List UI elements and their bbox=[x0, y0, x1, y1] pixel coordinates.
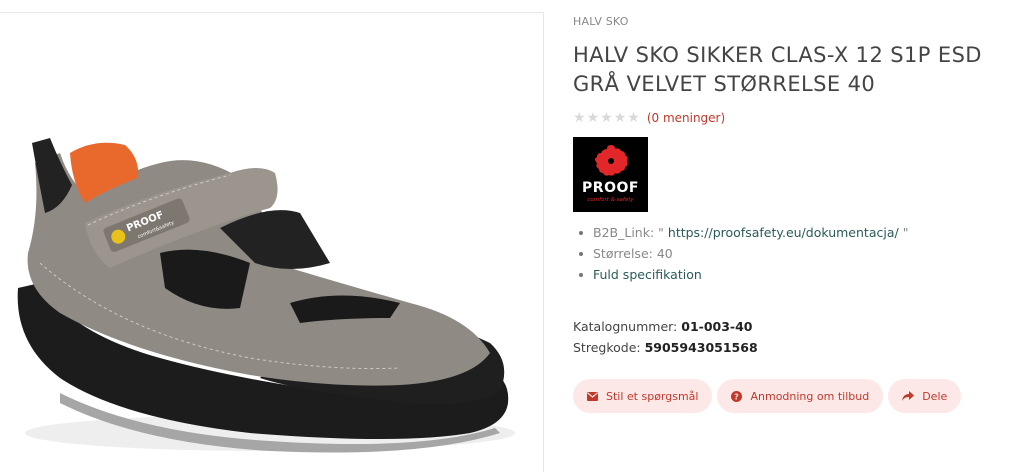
svg-text:?: ? bbox=[735, 392, 740, 401]
attribute-size: Størrelse: 40 bbox=[579, 243, 908, 264]
product-meta: Katalognummer: 01-003-40 Stregkode: 5905… bbox=[573, 316, 758, 358]
bullet-icon bbox=[579, 251, 583, 256]
b2b-url-link[interactable]: https://proofsafety.eu/dokumentacja/ bbox=[668, 222, 899, 243]
brand-logo[interactable]: PROOF comfort & safety bbox=[573, 137, 648, 212]
request-quote-label: Anmodning om tilbud bbox=[750, 389, 870, 403]
product-title: HALV SKO SIKKER CLAS-X 12 S1P ESD GRÅ VE… bbox=[573, 43, 982, 96]
envelope-icon bbox=[587, 391, 598, 401]
brand-tagline: comfort & safety bbox=[587, 197, 634, 203]
product-rating[interactable]: ★ ★ ★ ★ ★ (0 meninger) bbox=[573, 111, 725, 125]
brand-name: PROOF bbox=[582, 180, 639, 196]
product-category[interactable]: HALV SKO bbox=[573, 15, 629, 28]
ask-question-label: Stil et spørgsmål bbox=[606, 389, 699, 403]
size-value: Størrelse: 40 bbox=[593, 246, 673, 261]
attribute-b2b-link: B2B_Link: " https://proofsafety.eu/dokum… bbox=[579, 222, 908, 243]
ask-question-button[interactable]: Stil et spørgsmål bbox=[573, 379, 713, 413]
share-button[interactable]: Dele bbox=[888, 379, 962, 413]
catalog-number-row: Katalognummer: 01-003-40 bbox=[573, 316, 758, 337]
bullet-icon bbox=[579, 230, 583, 235]
catalog-number-label: Katalognummer: bbox=[573, 319, 682, 334]
product-image-panel[interactable]: PROOF comfort&safety bbox=[0, 12, 544, 472]
full-spec-link[interactable]: Fuld specifikation bbox=[593, 264, 702, 285]
attribute-spec: Fuld specifikation bbox=[579, 264, 908, 285]
product-image: PROOF comfort&safety bbox=[17, 138, 515, 453]
barcode-label: Stregkode: bbox=[573, 340, 645, 355]
question-icon: ? bbox=[731, 390, 743, 402]
barcode-value: 5905943051568 bbox=[644, 340, 758, 355]
attribute-list: B2B_Link: " https://proofsafety.eu/dokum… bbox=[579, 222, 908, 285]
action-bar: Stil et spørgsmål ? Anmodning om tilbud … bbox=[573, 379, 966, 413]
bullet-icon bbox=[579, 272, 583, 277]
opinions-link[interactable]: (0 meninger) bbox=[647, 111, 725, 125]
puzzle-icon bbox=[594, 145, 628, 176]
star-icon: ★ bbox=[600, 110, 613, 126]
b2b-label: B2B_Link: " bbox=[593, 225, 664, 240]
star-icon: ★ bbox=[586, 110, 600, 126]
star-icon: ★ bbox=[627, 110, 640, 126]
star-icon: ★ bbox=[613, 110, 627, 126]
barcode-row: Stregkode: 5905943051568 bbox=[573, 337, 758, 358]
catalog-number-value: 01-003-40 bbox=[681, 319, 753, 334]
star-icon: ★ bbox=[573, 110, 586, 126]
request-quote-button[interactable]: ? Anmodning om tilbud bbox=[717, 379, 884, 413]
share-icon bbox=[902, 391, 915, 401]
b2b-quote-end: " bbox=[902, 225, 909, 240]
share-label: Dele bbox=[922, 389, 948, 403]
